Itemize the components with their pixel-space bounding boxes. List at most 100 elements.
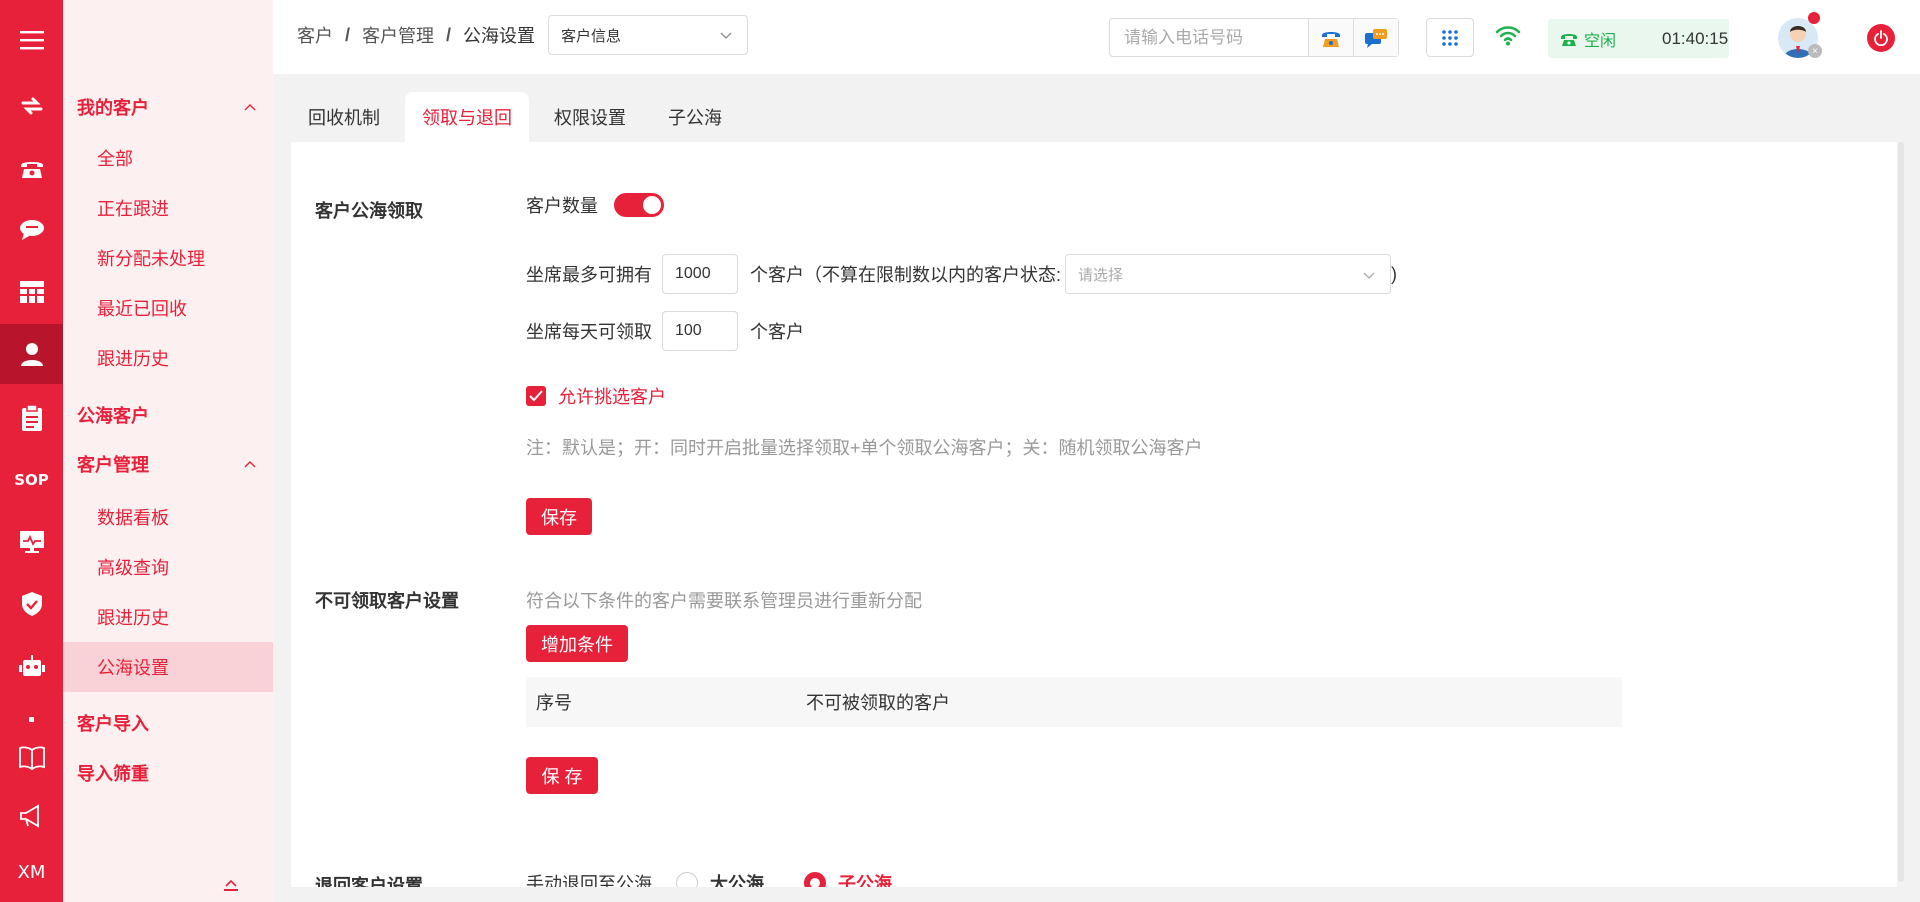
add-condition-button[interactable]: 增加条件	[526, 625, 628, 662]
notification-dot	[1808, 12, 1820, 24]
submenu: 我的客户 全部 正在跟进 新分配未处理 最近已回收 跟进历史 公海客户 客户管理…	[63, 0, 273, 902]
scrollbar[interactable]	[1898, 142, 1904, 882]
dial-button[interactable]	[1308, 19, 1353, 56]
sop-icon[interactable]: SOP	[0, 450, 63, 510]
user-icon[interactable]	[0, 324, 63, 384]
submenu-item-mgmt-follow-history[interactable]: 跟进历史	[63, 592, 273, 642]
unclaimable-save-button[interactable]: 保 存	[526, 757, 598, 794]
top-bar: 客户 / 客户管理 / 公海设置 客户信息 空闲 01:40:15 ×	[273, 0, 1920, 74]
section-title-claim: 客户公海领取	[315, 201, 423, 221]
submenu-group-customer-import[interactable]: 客户导入	[77, 710, 267, 736]
submenu-group-my-customers[interactable]: 我的客户	[77, 94, 267, 120]
excluded-status-select[interactable]: 请选择	[1065, 254, 1391, 294]
max-owned-prefix: 坐席最多可拥有	[526, 265, 652, 285]
manual-return-row: 手动退回至公海 大公海 子公海	[526, 870, 892, 887]
tab-claim-and-return[interactable]: 领取与退回	[405, 92, 529, 142]
manual-return-label: 手动退回至公海	[526, 874, 652, 887]
count-label: 客户数量	[526, 196, 598, 216]
condition-table-header: 序号 不可被领取的客户	[526, 677, 1622, 727]
claim-note: 注：默认是；开：同时开启批量选择领取+单个领取公海客户；关：随机领取公海客户	[526, 438, 1203, 458]
submenu-group-import-dedup[interactable]: 导入筛重	[77, 760, 267, 786]
clipboard-icon[interactable]	[0, 388, 63, 448]
max-owned-input[interactable]	[662, 254, 738, 294]
claim-save-button[interactable]: 保存	[526, 498, 592, 535]
xm-icon[interactable]: XM	[0, 842, 63, 902]
collapse-icon[interactable]	[223, 880, 239, 892]
submenu-item-dashboard[interactable]: 数据看板	[63, 492, 273, 542]
book-icon[interactable]	[0, 728, 63, 788]
wifi-icon	[1495, 26, 1521, 46]
monitor-icon[interactable]	[0, 512, 63, 572]
check-icon	[529, 390, 543, 402]
radio-sub-public-sea[interactable]	[804, 872, 826, 887]
tab-recycle-mechanism[interactable]: 回收机制	[291, 92, 397, 142]
count-toggle[interactable]	[614, 193, 664, 217]
submenu-group-customer-mgmt[interactable]: 客户管理	[77, 451, 267, 477]
tab-bar: 回收机制 领取与退回 权限设置 子公海	[291, 92, 739, 142]
allow-pick-row[interactable]: 允许挑选客户	[526, 383, 666, 409]
allow-pick-label: 允许挑选客户	[558, 387, 666, 407]
col-unclaimable-customer: 不可被领取的客户	[806, 693, 950, 713]
chevron-up-icon	[244, 461, 256, 468]
big-public-sea-label: 大公海	[710, 874, 764, 887]
submenu-item-all[interactable]: 全部	[63, 133, 273, 183]
submenu-item-public-sea-settings[interactable]: 公海设置	[63, 642, 273, 692]
status-timer: 01:40:15	[1662, 28, 1729, 48]
chevron-down-icon	[720, 32, 732, 39]
table-icon[interactable]	[0, 262, 63, 322]
section-title-unclaimable: 不可领取客户设置	[315, 591, 459, 611]
shield-icon[interactable]	[0, 574, 63, 634]
breadcrumb-item-customer[interactable]: 客户	[297, 22, 333, 48]
max-owned-row: 坐席最多可拥有 个客户（不算在限制数以内的客户状态: 请选择 )	[526, 254, 1397, 294]
sub-public-sea-label: 子公海	[838, 874, 892, 887]
status-label: 空闲	[1584, 32, 1617, 50]
breadcrumb-separator: /	[446, 24, 452, 45]
avatar-close-icon[interactable]: ×	[1808, 44, 1822, 58]
breadcrumb-item-customer-mgmt[interactable]: 客户管理	[362, 22, 434, 48]
phone-input[interactable]	[1110, 19, 1308, 56]
claim-count-row: 客户数量	[526, 192, 664, 218]
icon-rail: SOP XM	[0, 0, 63, 902]
robot-icon[interactable]	[0, 636, 63, 696]
phone-search	[1109, 18, 1399, 57]
breadcrumb-item-current: 公海设置	[463, 26, 536, 46]
submenu-group-public-customers[interactable]: 公海客户	[77, 402, 267, 428]
daily-claim-suffix: 个客户	[750, 322, 804, 342]
apps-grid-button[interactable]	[1426, 18, 1474, 57]
swap-icon[interactable]	[0, 76, 63, 136]
dial-phone-icon	[1322, 31, 1340, 47]
chat-icon[interactable]	[0, 200, 63, 260]
logout-button[interactable]	[1867, 24, 1895, 52]
submenu-item-follow-history[interactable]: 跟进历史	[63, 333, 273, 383]
submenu-item-following[interactable]: 正在跟进	[63, 183, 273, 233]
submenu-item-recently-recycled[interactable]: 最近已回收	[63, 283, 273, 333]
megaphone-icon[interactable]	[0, 786, 63, 846]
tab-permission-settings[interactable]: 权限设置	[537, 92, 643, 142]
sms-button[interactable]	[1353, 19, 1398, 56]
submenu-item-new-unprocessed[interactable]: 新分配未处理	[63, 233, 273, 283]
max-owned-suffix: 个客户（不算在限制数以内的客户状态:	[750, 265, 1061, 285]
settings-card: 客户公海领取 客户数量 坐席最多可拥有 个客户（不算在限制数以内的客户状态: 请…	[291, 142, 1897, 887]
power-icon	[1874, 30, 1888, 46]
radio-big-public-sea[interactable]	[676, 872, 698, 887]
close-paren: )	[1391, 263, 1397, 284]
daily-claim-input[interactable]	[662, 311, 738, 351]
daily-claim-prefix: 坐席每天可领取	[526, 322, 652, 342]
section-title-returns: 退回客户设置	[315, 876, 423, 887]
sms-icon	[1365, 28, 1387, 48]
menu-toggle-icon[interactable]	[0, 10, 63, 70]
allow-pick-checkbox[interactable]	[526, 386, 546, 406]
customer-info-select[interactable]: 客户信息	[548, 15, 748, 55]
telephone-icon[interactable]	[0, 138, 63, 198]
agent-status[interactable]: 空闲 01:40:15	[1548, 19, 1729, 58]
status-phone-icon	[1561, 33, 1577, 46]
breadcrumb-separator: /	[345, 24, 351, 45]
unclaimable-desc: 符合以下条件的客户需要联系管理员进行重新分配	[526, 591, 922, 611]
submenu-item-advanced-search[interactable]: 高级查询	[63, 542, 273, 592]
breadcrumb: 客户 / 客户管理 / 公海设置	[297, 22, 535, 48]
chevron-down-icon	[1363, 272, 1375, 279]
col-index: 序号	[536, 693, 572, 713]
daily-claim-row: 坐席每天可领取 个客户	[526, 311, 804, 351]
chevron-up-icon	[244, 104, 256, 111]
tab-sub-public-sea[interactable]: 子公海	[651, 92, 739, 142]
